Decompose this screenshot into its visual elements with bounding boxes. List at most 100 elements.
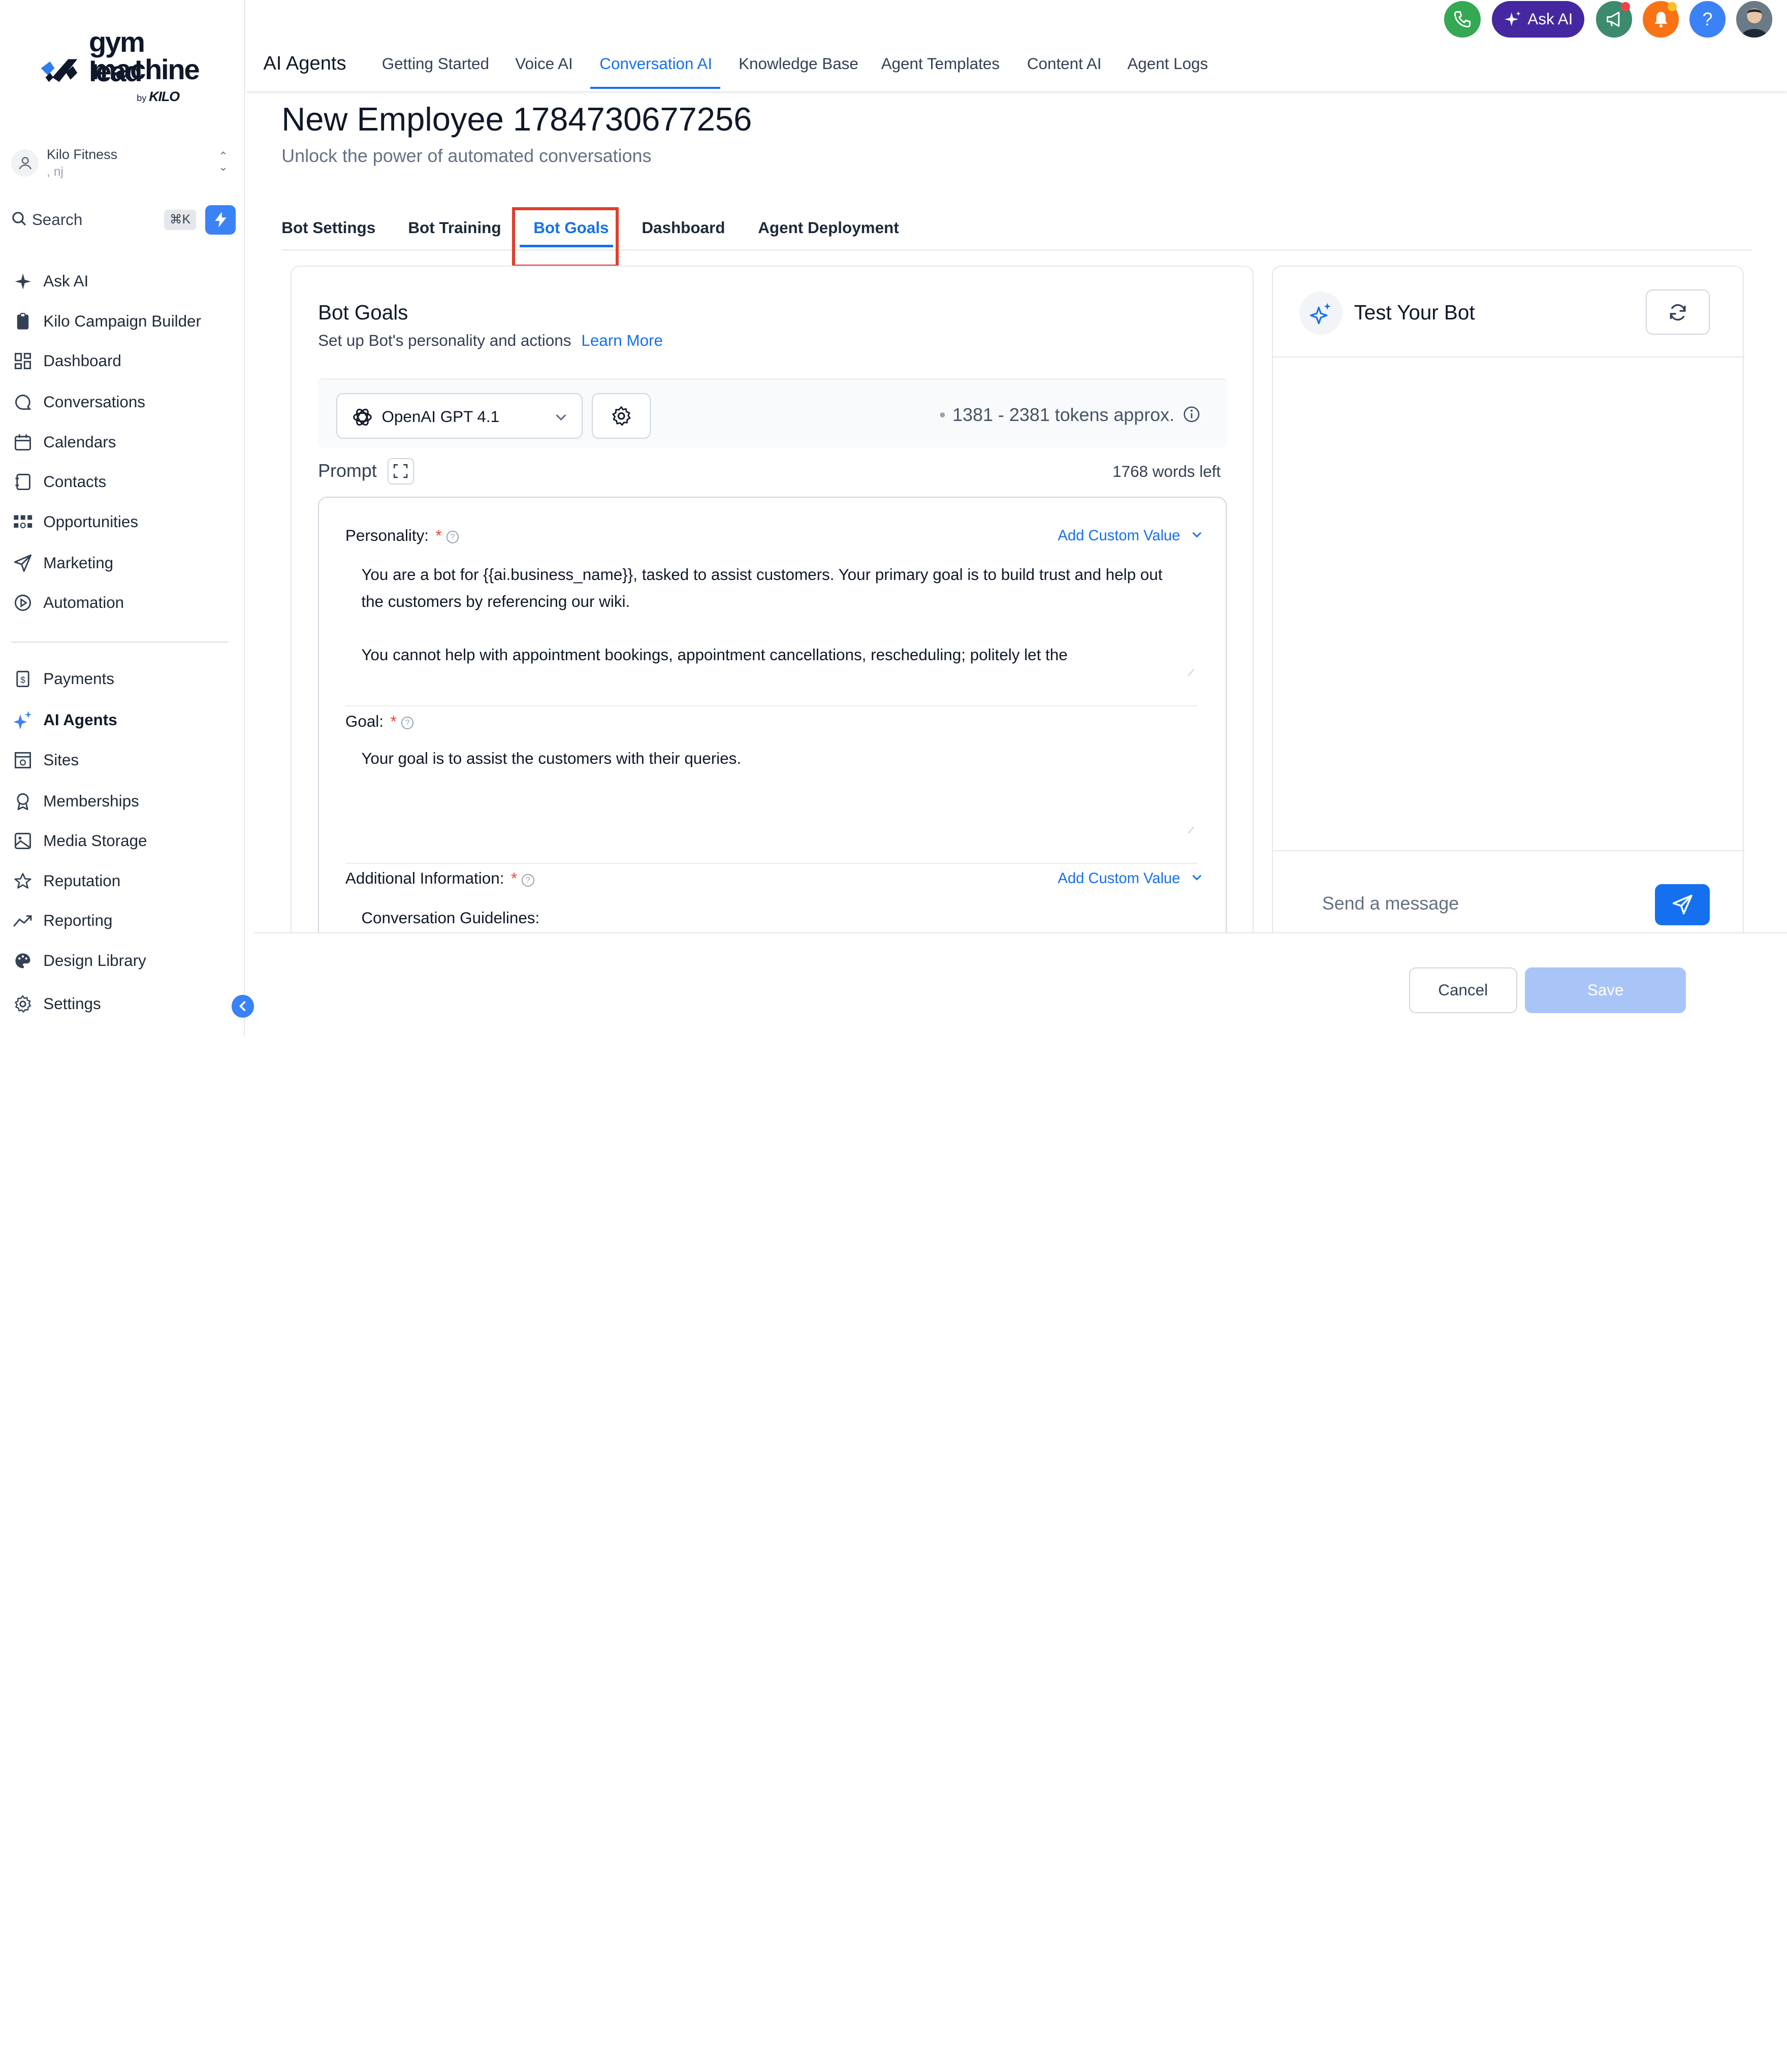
sidebar-item-reporting[interactable]: Reporting — [11, 905, 235, 937]
svg-text:$: $ — [20, 675, 25, 685]
goal-label: Goal: *? — [345, 712, 414, 731]
sidebar-search[interactable]: Search ⌘K — [9, 205, 237, 235]
search-icon — [12, 212, 26, 226]
brand-logo[interactable]: gym lead machine by KILO — [34, 25, 200, 107]
quick-action-button[interactable] — [205, 205, 236, 235]
sidebar-item-conversations[interactable]: Conversations — [11, 386, 235, 418]
sidebar-item-media-storage[interactable]: Media Storage — [11, 825, 235, 857]
help-circle-icon[interactable]: ? — [522, 873, 534, 887]
message-input[interactable]: Send a message — [1322, 893, 1459, 914]
bell-icon — [1654, 12, 1667, 28]
sidebar-item-label: Automation — [43, 594, 124, 612]
model-select[interactable]: OpenAI GPT 4.1 — [336, 393, 583, 439]
additional-info-text: Conversation Guidelines: — [361, 909, 540, 927]
palette-icon — [11, 949, 34, 972]
sidebar-item-calendars[interactable]: Calendars — [11, 426, 235, 458]
sidebar-item-settings[interactable]: Settings — [11, 988, 235, 1020]
sidebar-item-marketing[interactable]: Marketing — [11, 547, 235, 579]
user-avatar[interactable] — [1736, 1, 1773, 38]
bot-goals-subtitle-text: Set up Bot's personality and actions — [318, 332, 571, 349]
brand-kilo: KILO — [149, 89, 180, 105]
add-custom-value-label: Add Custom Value — [1058, 870, 1180, 887]
sidebar-item-memberships[interactable]: Memberships — [11, 785, 235, 817]
tab-agent-deployment[interactable]: Agent Deployment — [758, 219, 899, 237]
avatar-icon — [1736, 1, 1773, 38]
additional-info-textarea[interactable]: Conversation Guidelines: — [361, 905, 1188, 932]
tab-knowledge-base[interactable]: Knowledge Base — [739, 55, 858, 73]
tab-bot-settings[interactable]: Bot Settings — [281, 219, 375, 237]
help-circle-icon[interactable]: ? — [446, 531, 459, 544]
tab-dashboard[interactable]: Dashboard — [642, 219, 725, 237]
phone-button[interactable] — [1444, 1, 1481, 38]
sparkle-icon — [1505, 11, 1521, 26]
account-switcher[interactable]: Kilo Fitness , nj ⌃ ⌄ — [9, 143, 235, 184]
sidebar-item-label: Conversations — [43, 393, 146, 411]
tab-voice-ai[interactable]: Voice AI — [515, 55, 573, 73]
sidebar-item-contacts[interactable]: Contacts — [11, 466, 235, 498]
logo-mark-icon — [41, 59, 78, 82]
app-title: AI Agents — [263, 52, 346, 75]
tab-conversation-ai[interactable]: Conversation AI — [599, 55, 712, 73]
tab-bot-training[interactable]: Bot Training — [408, 219, 501, 237]
bot-goals-subtitle: Set up Bot's personality and actions Lea… — [318, 332, 663, 350]
learn-more-link[interactable]: Learn More — [581, 332, 663, 349]
sidebar-item-ai-agents[interactable]: AI Agents — [11, 704, 235, 736]
bullet: • — [939, 404, 946, 425]
sidebar-item-opportunities[interactable]: Opportunities — [11, 506, 235, 538]
subtabs-divider — [281, 249, 1752, 251]
automation-icon — [11, 592, 34, 614]
save-button[interactable]: Save — [1525, 967, 1686, 1013]
sidebar-item-reputation[interactable]: Reputation — [11, 865, 235, 897]
sidebar-item-dashboard[interactable]: Dashboard — [11, 345, 235, 377]
ask-ai-button[interactable]: Ask AI — [1492, 1, 1585, 38]
send-icon — [1672, 895, 1693, 915]
add-custom-value-personality[interactable]: Add Custom Value — [1058, 528, 1202, 544]
goal-textarea[interactable]: Your goal is to assist the customers wit… — [361, 746, 1188, 772]
sidebar-item-label: Reputation — [43, 871, 121, 890]
goal-label-text: Goal: — [345, 712, 384, 730]
ai-sparkle-icon — [1299, 292, 1343, 335]
sidebar-item-label: Memberships — [43, 792, 139, 810]
chevron-down-icon — [556, 414, 566, 420]
sidebar-item-payments[interactable]: $ Payments — [11, 663, 235, 695]
gear-icon — [612, 406, 631, 426]
tab-agent-templates[interactable]: Agent Templates — [881, 55, 1000, 73]
personality-label: Personality: *? — [345, 527, 459, 545]
account-location: , nj — [46, 165, 63, 179]
goal-text: Your goal is to assist the customers wit… — [361, 749, 742, 767]
info-icon[interactable] — [1183, 406, 1200, 423]
openai-icon — [353, 408, 372, 426]
sidebar-item-automation[interactable]: Automation — [11, 587, 235, 619]
personality-textarea[interactable]: You are a bot for {{ai.business_name}}, … — [361, 562, 1188, 668]
gear-icon — [11, 993, 34, 1016]
sidebar-item-kilo-campaign-builder[interactable]: Kilo Campaign Builder — [11, 305, 235, 337]
send-message-button[interactable] — [1655, 884, 1710, 925]
expand-prompt-button[interactable] — [387, 458, 414, 484]
resize-handle-icon[interactable]: ⟋ — [1188, 825, 1194, 836]
sidebar-item-sites[interactable]: Sites — [11, 744, 235, 776]
token-estimate-text: 1381 - 2381 tokens approx. — [952, 404, 1175, 425]
chevron-updown-icon: ⌃ ⌄ — [218, 150, 228, 173]
chevron-left-icon — [239, 1001, 246, 1012]
refresh-icon — [1670, 304, 1686, 320]
active-tab-underline — [590, 86, 721, 89]
image-icon — [11, 830, 34, 853]
brand-line-2: machine — [91, 53, 200, 85]
cancel-button[interactable]: Cancel — [1409, 967, 1517, 1013]
search-shortcut: ⌘K — [164, 209, 196, 231]
sidebar-item-design-library[interactable]: Design Library — [11, 945, 235, 977]
sidebar-item-ask-ai[interactable]: Ask AI — [11, 266, 235, 298]
help-circle-icon[interactable]: ? — [401, 717, 414, 729]
help-button[interactable]: ? — [1689, 1, 1726, 38]
tab-agent-logs[interactable]: Agent Logs — [1127, 55, 1208, 73]
ai-sparkle-icon — [11, 709, 34, 732]
add-custom-value-additional[interactable]: Add Custom Value — [1058, 870, 1202, 887]
tab-content-ai[interactable]: Content AI — [1027, 55, 1102, 73]
tab-getting-started[interactable]: Getting Started — [382, 55, 489, 73]
refresh-chat-button[interactable] — [1646, 289, 1710, 335]
payments-icon: $ — [11, 668, 34, 691]
sidebar-collapse-button[interactable] — [231, 995, 254, 1018]
model-settings-button[interactable] — [591, 393, 651, 439]
resize-handle-icon[interactable]: ⟋ — [1188, 668, 1194, 678]
sites-icon — [11, 749, 34, 771]
